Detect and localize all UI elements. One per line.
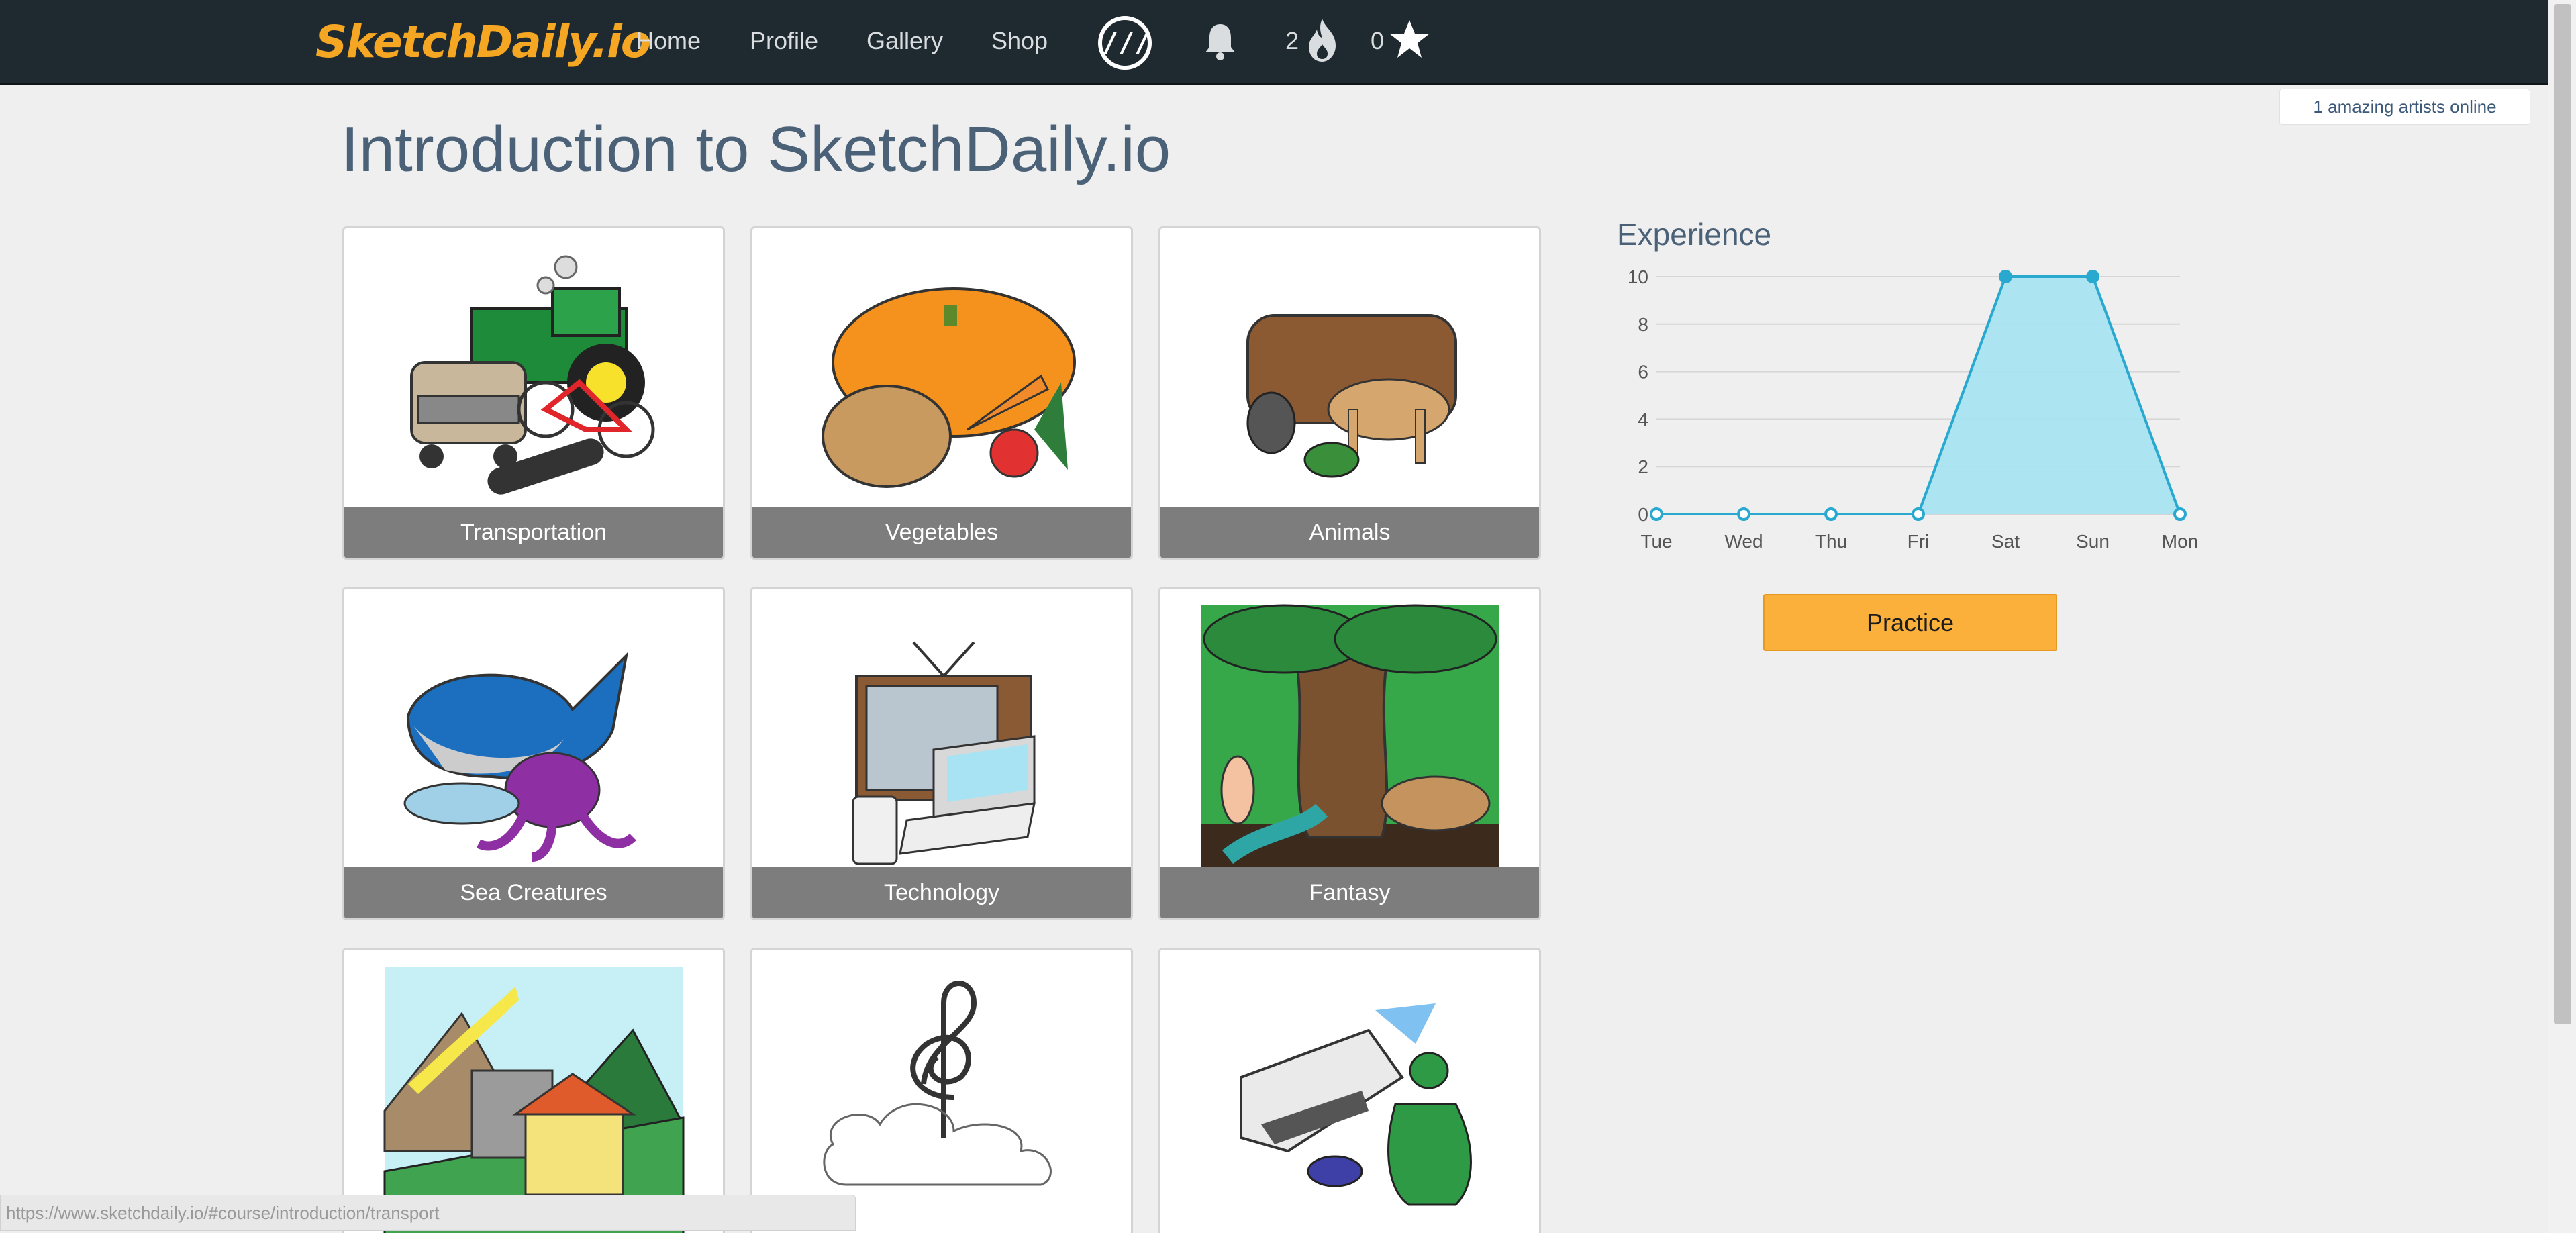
brand-logo[interactable]: SketchDaily.io: [315, 16, 651, 70]
y-tick-label: 0: [1638, 504, 1648, 525]
y-tick-label: 10: [1628, 266, 1648, 287]
data-point: [1650, 507, 1663, 521]
experience-title: Experience: [1617, 217, 1772, 252]
category-tile-music[interactable]: [750, 948, 1133, 1233]
data-point: [1824, 507, 1838, 521]
data-point: [1737, 507, 1750, 521]
experience-chart: 0 2 4 6 8 10 Tue Wed Thu Fri Sat Sun Mon: [1628, 266, 2198, 552]
avatar-logo-text: ///: [1102, 20, 1150, 66]
castle-landscape-illustration: [383, 967, 685, 1233]
tile-label: Transportation: [344, 507, 723, 558]
category-tile-vegetables[interactable]: Vegetables: [750, 226, 1133, 560]
data-point: [1912, 507, 1925, 521]
scrollbar-thumb[interactable]: [2554, 4, 2571, 1024]
x-tick-label: Sun: [2076, 531, 2110, 552]
category-tile-fantasy[interactable]: Fantasy: [1158, 587, 1541, 920]
category-tile-animals[interactable]: Animals: [1158, 226, 1541, 560]
star-icon: [1389, 20, 1430, 58]
y-tick-label: 6: [1638, 362, 1648, 383]
bell-icon[interactable]: [1201, 20, 1239, 63]
streak-count: 2: [1285, 27, 1299, 54]
area-fill: [1656, 277, 2180, 514]
sea-creatures-illustration: [403, 652, 636, 862]
flame-icon: [1309, 19, 1336, 62]
page-scrollbar[interactable]: [2548, 0, 2576, 1233]
technology-illustration: [852, 641, 1036, 865]
x-tick-label: Tue: [1640, 531, 1672, 552]
transportation-illustration: [410, 255, 655, 495]
sci-fi-illustration: [1240, 1003, 1472, 1206]
x-tick-label: Wed: [1724, 531, 1763, 552]
tile-label: Technology: [752, 867, 1131, 918]
y-tick-label: 4: [1638, 409, 1648, 430]
category-tile-landscapes[interactable]: [342, 948, 725, 1233]
category-tile-sea-creatures[interactable]: Sea Creatures: [342, 587, 725, 920]
status-bar-url: https://www.sketchdaily.io/#course/intro…: [0, 1195, 856, 1231]
data-point: [2173, 507, 2187, 521]
nav-home-link[interactable]: Home: [636, 27, 701, 55]
data-point: [1999, 270, 2012, 283]
x-tick-label: Sat: [1991, 531, 2020, 552]
online-artists-badge: 1 amazing artists online: [2279, 89, 2530, 125]
y-tick-label: 2: [1638, 456, 1648, 477]
x-tick-label: Thu: [1815, 531, 1847, 552]
nav-gallery-link[interactable]: Gallery: [866, 27, 943, 55]
tile-label: Fantasy: [1160, 867, 1539, 918]
practice-button[interactable]: Practice: [1763, 594, 2057, 651]
tile-label: Vegetables: [752, 507, 1131, 558]
tile-label: Animals: [1160, 507, 1539, 558]
category-tile-sci-fi[interactable]: [1158, 948, 1541, 1233]
data-point: [2086, 270, 2099, 283]
music-illustration: [823, 981, 1052, 1186]
category-tile-technology[interactable]: Technology: [750, 587, 1133, 920]
vegetables-illustration: [822, 287, 1076, 488]
animals-illustration: [1246, 314, 1457, 478]
nav-shop-link[interactable]: Shop: [991, 27, 1048, 55]
tile-label: Sea Creatures: [344, 867, 723, 918]
page-title: Introduction to SketchDaily.io: [341, 113, 1171, 185]
star-count: 0: [1371, 27, 1385, 54]
y-tick-label: 8: [1638, 314, 1648, 335]
x-tick-label: Mon: [2162, 531, 2198, 552]
user-avatar[interactable]: ///: [1098, 16, 1152, 70]
x-tick-label: Fri: [1908, 531, 1930, 552]
top-navbar: SketchDaily.io Home Profile Gallery Shop…: [0, 0, 2548, 85]
category-tile-transportation[interactable]: Transportation: [342, 226, 725, 560]
nav-profile-link[interactable]: Profile: [750, 27, 818, 55]
